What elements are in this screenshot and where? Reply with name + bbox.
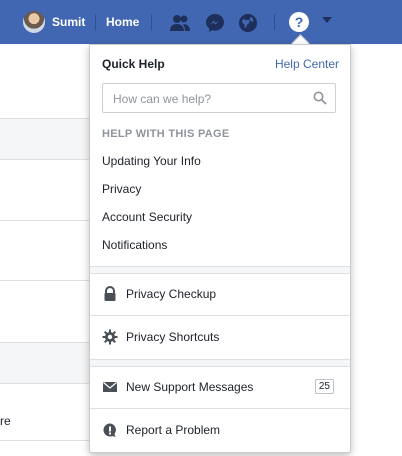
background-row-divider (0, 440, 90, 441)
divider (95, 14, 96, 30)
help-search-box (102, 83, 336, 114)
home-link[interactable]: Home (106, 15, 139, 29)
help-search-input[interactable] (111, 84, 315, 114)
panel-title: Quick Help (102, 57, 165, 71)
background-row-divider (0, 220, 90, 221)
background-row-divider (0, 280, 90, 281)
item-label: New Support Messages (126, 380, 254, 394)
help-topic-link[interactable]: Privacy (102, 182, 141, 196)
help-topic-link[interactable]: Notifications (102, 238, 167, 252)
privacy-shortcuts-item[interactable]: Privacy Shortcuts (90, 316, 350, 358)
message-count-badge: 25 (314, 379, 334, 394)
friend-requests-icon[interactable] (169, 12, 191, 34)
profile-link[interactable]: Sumit (52, 15, 85, 29)
item-label: Privacy Checkup (126, 287, 217, 301)
item-label: Report a Problem (126, 423, 221, 437)
privacy-checkup-item[interactable]: Privacy Checkup (90, 273, 350, 315)
new-support-messages-item[interactable]: New Support Messages 25 (90, 366, 350, 408)
help-center-link[interactable]: Help Center (275, 57, 339, 71)
background-section-header (0, 118, 90, 160)
help-icon[interactable]: ? (289, 12, 309, 32)
search-icon[interactable] (313, 91, 327, 105)
divider (151, 14, 152, 30)
item-label: Privacy Shortcuts (126, 330, 220, 344)
top-navigation-bar: Sumit Home ? (0, 0, 402, 44)
help-topic-link[interactable]: Account Security (102, 210, 192, 224)
background-text: re (0, 414, 11, 428)
avatar[interactable] (23, 11, 45, 33)
help-topic-link[interactable]: Updating Your Info (102, 154, 201, 168)
report-problem-item[interactable]: Report a Problem (90, 409, 350, 451)
gear-icon (102, 329, 118, 345)
lock-icon (104, 286, 116, 301)
background-section-header (0, 342, 90, 384)
envelope-icon (103, 382, 117, 392)
section-heading: HELP WITH THIS PAGE (102, 128, 230, 140)
messenger-icon[interactable] (204, 12, 226, 34)
divider (274, 14, 275, 30)
quick-help-panel: Quick Help Help Center HELP WITH THIS PA… (89, 44, 351, 453)
caret-down-icon[interactable] (322, 17, 332, 23)
alert-bubble-icon (103, 423, 116, 437)
notifications-globe-icon[interactable] (237, 12, 259, 34)
